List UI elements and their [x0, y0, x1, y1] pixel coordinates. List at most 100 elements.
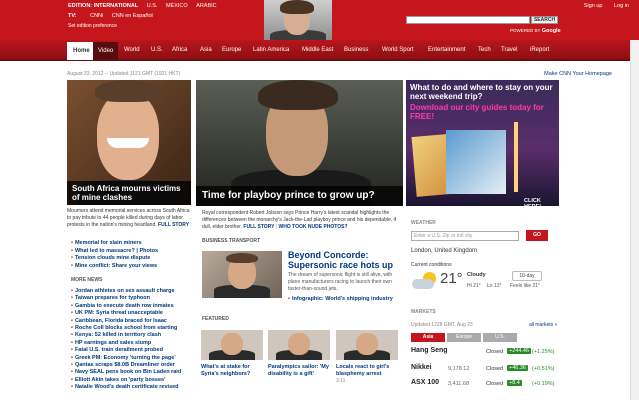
list-item[interactable]: UK PM: Syria threat unacceptable: [71, 310, 181, 317]
nav-latin-america[interactable]: Latin America: [253, 40, 289, 61]
list-item[interactable]: Fatal U.S. train derailment probed: [71, 347, 181, 354]
business-bullets: Infographic: World's shipping industry: [288, 296, 393, 304]
list-item[interactable]: What led to massacre? | Photos: [71, 248, 158, 256]
nav-world-sport[interactable]: World Sport: [382, 40, 414, 61]
header-photo-hair: [280, 0, 314, 14]
market-value: 3,411.68: [448, 381, 470, 387]
business-photo[interactable]: [202, 251, 282, 298]
left-story-photo[interactable]: South Africa mourns victims of mine clas…: [67, 80, 191, 205]
main-story-photo[interactable]: Time for playboy prince to grow up?: [196, 80, 403, 206]
more-news-label: MORE NEWS: [71, 277, 103, 283]
list-item[interactable]: Greek PM: Economy 'turning the page': [71, 355, 181, 362]
set-edition-link[interactable]: Set edition preference: [68, 23, 117, 30]
featured-3-text[interactable]: Locals react to girl's blasphemy arrest: [336, 364, 398, 377]
nav-entertainment[interactable]: Entertainment: [428, 40, 465, 61]
market-status: Closed: [486, 366, 504, 372]
list-item[interactable]: Elliott Akin takes on 'party bosses': [71, 377, 181, 384]
markets-label: MARKETS: [411, 309, 436, 315]
market-pct: (+0.51%): [532, 366, 555, 372]
market-change: +46.36: [507, 365, 528, 371]
nude-photos-link[interactable]: WHO TOOK NUDE PHOTOS?: [279, 224, 348, 230]
market-name: Nikkei: [411, 364, 432, 371]
featured-photo-1[interactable]: [201, 330, 263, 360]
weather-feels: Feels like 21°: [510, 283, 541, 289]
business-headline[interactable]: Beyond Concorde: Supersonic race hots up: [288, 250, 402, 270]
nav-home[interactable]: Home: [67, 42, 96, 60]
weather-location: London, United Kingdom: [411, 248, 478, 254]
main-story-headline[interactable]: Time for playboy prince to grow up?: [196, 186, 403, 206]
nav-africa[interactable]: Africa: [172, 40, 187, 61]
ten-day-button[interactable]: 10-day: [512, 271, 542, 281]
nav-europe[interactable]: Europe: [222, 40, 241, 61]
log-in-link[interactable]: Log in: [614, 3, 629, 9]
list-item[interactable]: Taiwan prepares for typhoon: [71, 295, 181, 302]
weather-temp: 21°: [440, 270, 463, 287]
travel-ad[interactable]: What to do and where to stay on your nex…: [406, 80, 559, 206]
make-homepage-link[interactable]: Make CNN Your Homepage: [544, 71, 612, 77]
powered-by-label: POWERED BY: [510, 28, 541, 33]
edition-arabic-link[interactable]: ARABIC: [196, 3, 216, 9]
ad-click-here[interactable]: CLICK HERE!: [524, 198, 559, 206]
list-item[interactable]: HP earnings and sales slump: [71, 340, 181, 347]
tab-us[interactable]: U.S.: [483, 333, 517, 342]
featured-label: FEATURED: [202, 316, 229, 322]
weather-hi: Hi 21°: [467, 283, 481, 289]
weather-location-input[interactable]: Enter a U.S. Zip or Intl city: [411, 231, 519, 241]
main-full-story-link[interactable]: FULL STORY: [243, 224, 274, 230]
list-item[interactable]: Memorial for slain miners: [71, 240, 158, 248]
list-item[interactable]: Infographic: World's shipping industry: [288, 296, 393, 304]
edition-label: EDITION: INTERNATIONAL: [68, 3, 139, 9]
weather-go-button[interactable]: GO: [526, 230, 548, 241]
left-story-summary: Mourners attend memorial services across…: [67, 208, 191, 229]
tv-cnn-espanol-link[interactable]: CNN en Español: [112, 13, 153, 19]
nav-ireport[interactable]: iReport: [530, 40, 549, 61]
list-item[interactable]: Mine conflict: Share your views: [71, 263, 158, 271]
featured-3-meta: 3:11: [336, 378, 346, 384]
search-button[interactable]: SEARCH: [531, 16, 558, 24]
all-markets-link[interactable]: all markets »: [529, 322, 557, 328]
scrollbar[interactable]: [630, 40, 639, 400]
list-item[interactable]: Kenya: 52 killed in territory clash: [71, 332, 181, 339]
tab-asia[interactable]: Asia: [411, 333, 445, 342]
list-item[interactable]: Caribbean, Florida braced for Isaac: [71, 318, 181, 325]
edition-us-link[interactable]: U.S.: [147, 3, 158, 9]
tv-cnni-link[interactable]: CNNi: [90, 13, 103, 19]
featured-2-text[interactable]: Paralympics sailor: 'My disability is a …: [268, 364, 330, 377]
market-name: Hang Seng: [411, 347, 448, 354]
nav-middle-east[interactable]: Middle East: [302, 40, 333, 61]
list-item[interactable]: Qantas scraps $8.0B Dreamliner order: [71, 362, 181, 369]
list-item[interactable]: Natalie Wood's death certificate revised: [71, 384, 181, 391]
table-row[interactable]: ASX 100 3,411.68 Closed +8.4 (+0.19%): [411, 377, 559, 389]
nav-tech[interactable]: Tech: [478, 40, 491, 61]
market-change: +244.46: [507, 348, 532, 354]
list-item[interactable]: Jordan athletes on sex assault charge: [71, 288, 181, 295]
list-item[interactable]: Gambia to execute death row inmates: [71, 303, 181, 310]
left-photo-face: [97, 92, 159, 180]
market-value: 9,178.12: [448, 366, 470, 372]
tv-label: TV:: [68, 13, 77, 19]
nav-video[interactable]: Video: [93, 42, 119, 60]
nav-us[interactable]: U.S.: [151, 40, 163, 61]
nav-travel[interactable]: Travel: [501, 40, 517, 61]
featured-photo-3[interactable]: [336, 330, 398, 360]
table-row[interactable]: Hang Seng Closed +244.46 (+1.25%): [411, 345, 559, 357]
table-row[interactable]: Nikkei 9,178.12 Closed +46.36 (+0.51%): [411, 362, 559, 374]
nav-world[interactable]: World: [124, 40, 140, 61]
business-summary: The dream of supersonic flight is still …: [288, 272, 393, 292]
left-bullet-list: Memorial for slain miners What led to ma…: [71, 240, 158, 270]
tab-europe[interactable]: Europe: [447, 333, 481, 342]
featured-1-text[interactable]: What's at stake for Syria's neighbors?: [201, 364, 263, 377]
featured-photo-2[interactable]: [268, 330, 330, 360]
ad-guide-book-2: [446, 130, 506, 194]
edition-bar: EDITION: INTERNATIONAL U.S. MÉXICO ARABI…: [68, 3, 217, 10]
list-item[interactable]: Tension clouds mine dispute: [71, 255, 158, 263]
nav-business[interactable]: Business: [344, 40, 368, 61]
list-item[interactable]: Navy SEAL pens book on Bin Laden raid: [71, 369, 181, 376]
left-story-headline[interactable]: South Africa mourns victims of mine clas…: [67, 181, 191, 205]
list-item[interactable]: Roche Coll blocks school from starting: [71, 325, 181, 332]
sign-up-link[interactable]: Sign up: [584, 3, 603, 9]
nav-asia[interactable]: Asia: [200, 40, 212, 61]
search-input[interactable]: [406, 16, 530, 24]
edition-mexico-link[interactable]: MÉXICO: [166, 3, 188, 9]
left-full-story-link[interactable]: FULL STORY: [158, 222, 189, 228]
